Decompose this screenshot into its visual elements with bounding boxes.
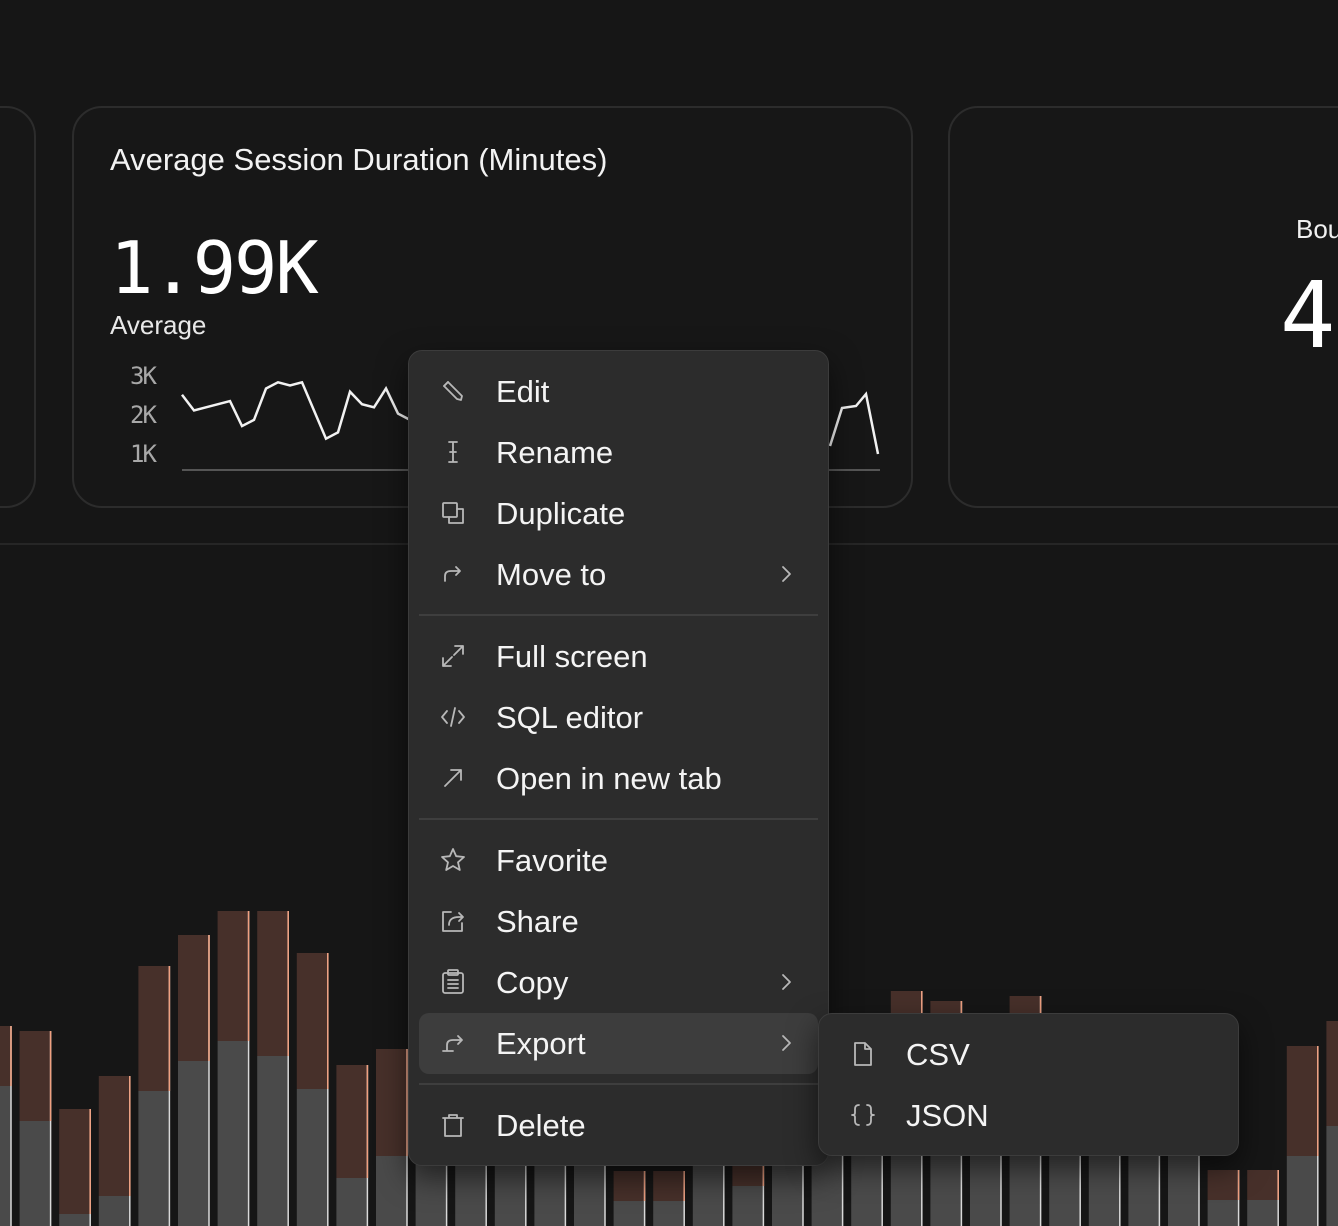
menu-separator [419,614,818,616]
bar-segment-top [296,953,328,1089]
bar-segment-base [0,1086,11,1226]
context-menu: Edit Rename Duplicate Move to Full scree… [408,350,829,1166]
bar-segment-base [653,1201,685,1226]
bar-segment-base [1168,1146,1199,1226]
menu-item-move-to[interactable]: Move to [419,544,818,605]
bar-segment-top [217,911,249,1041]
bar-segment-base [138,1091,170,1226]
menu-item-sql-editor[interactable]: SQL editor [419,687,818,748]
bar-segment-base [98,1196,130,1226]
menu-item-label: Open in new tab [496,760,722,796]
bar-segment-top [653,1171,685,1201]
menu-item-label: SQL editor [496,699,644,735]
menu-item-label: Duplicate [496,495,626,531]
bar-segment-top [376,1049,407,1156]
menu-item-label: Delete [496,1107,586,1143]
bar-segment-top [1326,1021,1338,1126]
bar-segment-base [1207,1200,1239,1226]
bar-segment-base [1247,1200,1279,1226]
chevron-right-icon [782,1035,791,1051]
menu-item-delete[interactable]: Delete [419,1095,818,1156]
menu-item-label: Move to [496,556,607,592]
bar-segment-top [138,966,170,1091]
bar-segment-base [1326,1126,1338,1226]
export-icon [442,1035,463,1052]
menu-separator [419,1083,818,1085]
menu-item-duplicate[interactable]: Duplicate [419,483,818,544]
bar-segment-base [19,1121,51,1226]
text-cursor-icon [448,441,458,463]
bar-segment-top [0,1026,11,1086]
code-icon [441,707,465,727]
bar-segment-base [376,1156,407,1226]
bar-segment-base [732,1186,764,1226]
submenu-item-label: JSON [906,1097,989,1133]
expand-icon [442,645,464,667]
menu-item-open-new-tab[interactable]: Open in new tab [419,748,818,809]
bar-segment-base [257,1056,289,1226]
braces-icon [851,1104,875,1126]
sparkline-line-tail [828,391,880,455]
bar-segment-top [98,1076,130,1196]
menu-item-share[interactable]: Share [419,891,818,952]
partial-card-left [0,106,36,508]
file-icon [854,1042,872,1066]
menu-item-export[interactable]: Export [419,1013,818,1074]
bar-segment-top [1207,1170,1239,1200]
menu-item-copy[interactable]: Copy [419,952,818,1013]
bar-segment-base [1286,1156,1318,1226]
duplicate-icon [442,502,464,524]
bar-segment-base [59,1214,91,1226]
bar-segment-top [257,911,289,1056]
star-icon [441,848,465,871]
menu-item-label: Share [496,903,579,939]
pencil-icon [443,381,463,401]
bar-segment-base [336,1178,368,1226]
bar-segment-base [692,1166,724,1226]
menu-item-edit[interactable]: Edit [419,361,818,422]
metric-value: 4 [1280,262,1336,369]
card-title: Bou [1296,214,1338,244]
menu-item-label: Rename [496,434,614,470]
submenu-item-json[interactable]: JSON [829,1085,1228,1146]
bar-segment-top [19,1031,51,1121]
bar-segment-top [1247,1170,1279,1200]
bar-segment-base [296,1089,328,1226]
submenu-item-csv[interactable]: CSV [829,1024,1228,1085]
bar-segment-top [336,1065,368,1178]
bar-segment-top [613,1171,645,1201]
bar-segment-base [613,1201,645,1226]
menu-item-label: Favorite [496,842,608,878]
export-submenu: CSV JSON [818,1013,1239,1156]
redo-arrow-icon [444,566,461,582]
bar-segment-base [217,1041,249,1226]
menu-item-full-screen[interactable]: Full screen [419,626,818,687]
menu-item-label: Export [496,1025,586,1061]
bar-segment-top [178,935,209,1061]
chevron-right-icon [782,974,791,990]
bar-segment-base [178,1061,209,1226]
chevron-right-icon [782,566,791,582]
share-icon [442,911,464,932]
sparkline-line [181,380,411,441]
bar-segment-top [1286,1046,1318,1156]
menu-item-label: Full screen [496,638,648,674]
trash-icon [442,1114,464,1137]
clipboard-icon [442,969,464,994]
menu-item-label: Copy [496,964,569,1000]
submenu-item-label: CSV [906,1036,970,1072]
menu-item-favorite[interactable]: Favorite [419,830,818,891]
menu-item-label: Edit [496,373,550,409]
menu-separator [419,818,818,820]
metric-card-bounce[interactable]: Bou 4 [948,106,1338,508]
arrow-up-right-icon [444,769,462,787]
menu-item-rename[interactable]: Rename [419,422,818,483]
bar-segment-top [59,1109,91,1214]
